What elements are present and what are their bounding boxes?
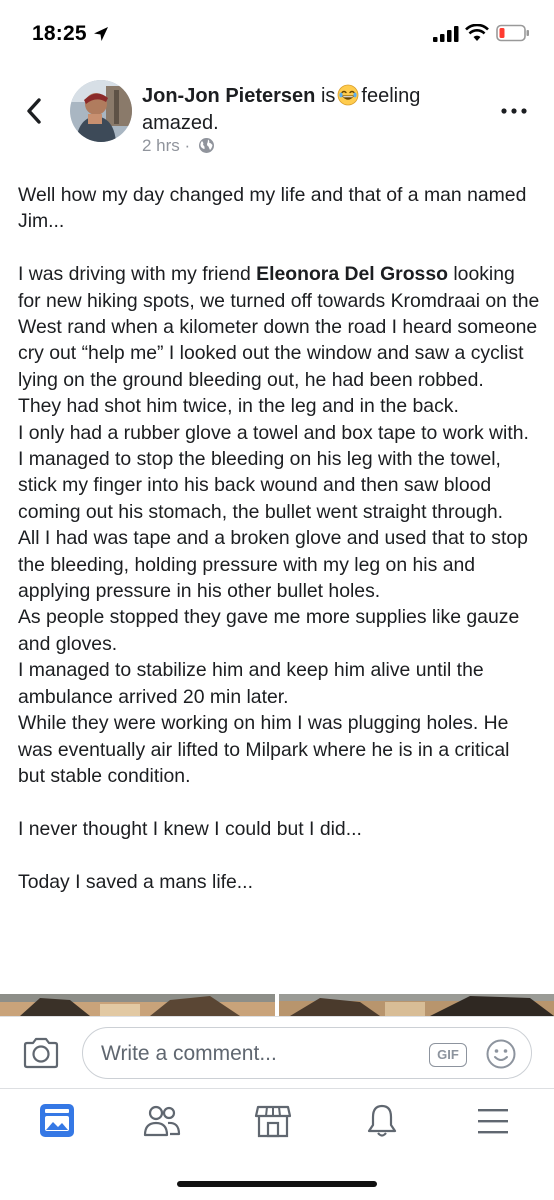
post-paragraph: While they were working on him I was plu… [18,712,510,787]
friends-icon[interactable] [142,1103,182,1139]
menu-icon[interactable] [473,1103,513,1139]
laughing-emoji-icon [338,84,359,106]
back-button[interactable] [22,96,46,126]
post-meta: 2 hrs · [142,136,215,156]
post-paragraph: Today I saved a mans life... [18,870,253,893]
post-paragraph: All I had was tape and a broken glove an… [18,527,528,603]
tagged-friend-link[interactable]: Eleonora Del Grosso [256,263,448,285]
photo-thumbnails [0,994,554,1016]
smile-icon[interactable] [485,1038,517,1070]
status-time: 18:25 [32,22,87,45]
gif-button[interactable]: GIF [429,1043,467,1067]
battery-icon [496,24,529,42]
location-arrow-icon [94,27,108,41]
avatar-photo [70,80,132,142]
news-feed-icon[interactable] [37,1103,77,1139]
notifications-bell-icon[interactable] [362,1103,402,1139]
facebook-post-screen: 18:25 Jon-Jon Pietersen is feeling amaze… [0,0,554,1200]
cellular-signal-icon [433,26,459,42]
wifi-icon [465,24,489,41]
globe-icon [198,138,214,153]
author-name[interactable]: Jon-Jon Pietersen [142,85,315,107]
comment-placeholder: Write a comment... [101,1042,277,1065]
home-indicator[interactable] [177,1181,377,1187]
paragraph-text: I was driving with my friend [18,263,257,286]
post-paragraph: I managed to stabilize him and keep him … [18,659,484,708]
meta-separator: · [184,136,191,155]
marketplace-icon[interactable] [253,1103,293,1139]
comment-input[interactable]: Write a comment... GIF [82,1027,532,1079]
post-timestamp[interactable]: 2 hrs [142,136,180,155]
status-bar: 18:25 [0,0,554,62]
activity-prefix: is [320,85,336,107]
post-paragraph: Well how my day changed my life and that… [18,184,527,233]
post-text: Well how my day changed my life and that… [18,182,540,895]
post-paragraph: As people stopped they gave me more supp… [18,606,520,655]
post-paragraph: I never thought I knew I could but I did… [18,817,362,840]
post-paragraph: I was driving with my friend Eleonora De… [18,261,540,393]
comment-bar: Write a comment... GIF [0,1016,554,1088]
more-options-button[interactable] [500,106,528,116]
attached-photos[interactable] [0,994,554,1016]
post-paragraph: They had shot him twice, in the leg and … [18,395,459,418]
post-author-line: Jon-Jon Pietersen is feeling amazed. [142,83,482,137]
author-avatar[interactable] [70,80,132,142]
camera-icon[interactable] [22,1037,60,1069]
post-paragraph: I managed to stop the bleeding on his le… [18,448,504,523]
post-paragraph: I only had a rubber glove a towel and bo… [18,421,529,444]
